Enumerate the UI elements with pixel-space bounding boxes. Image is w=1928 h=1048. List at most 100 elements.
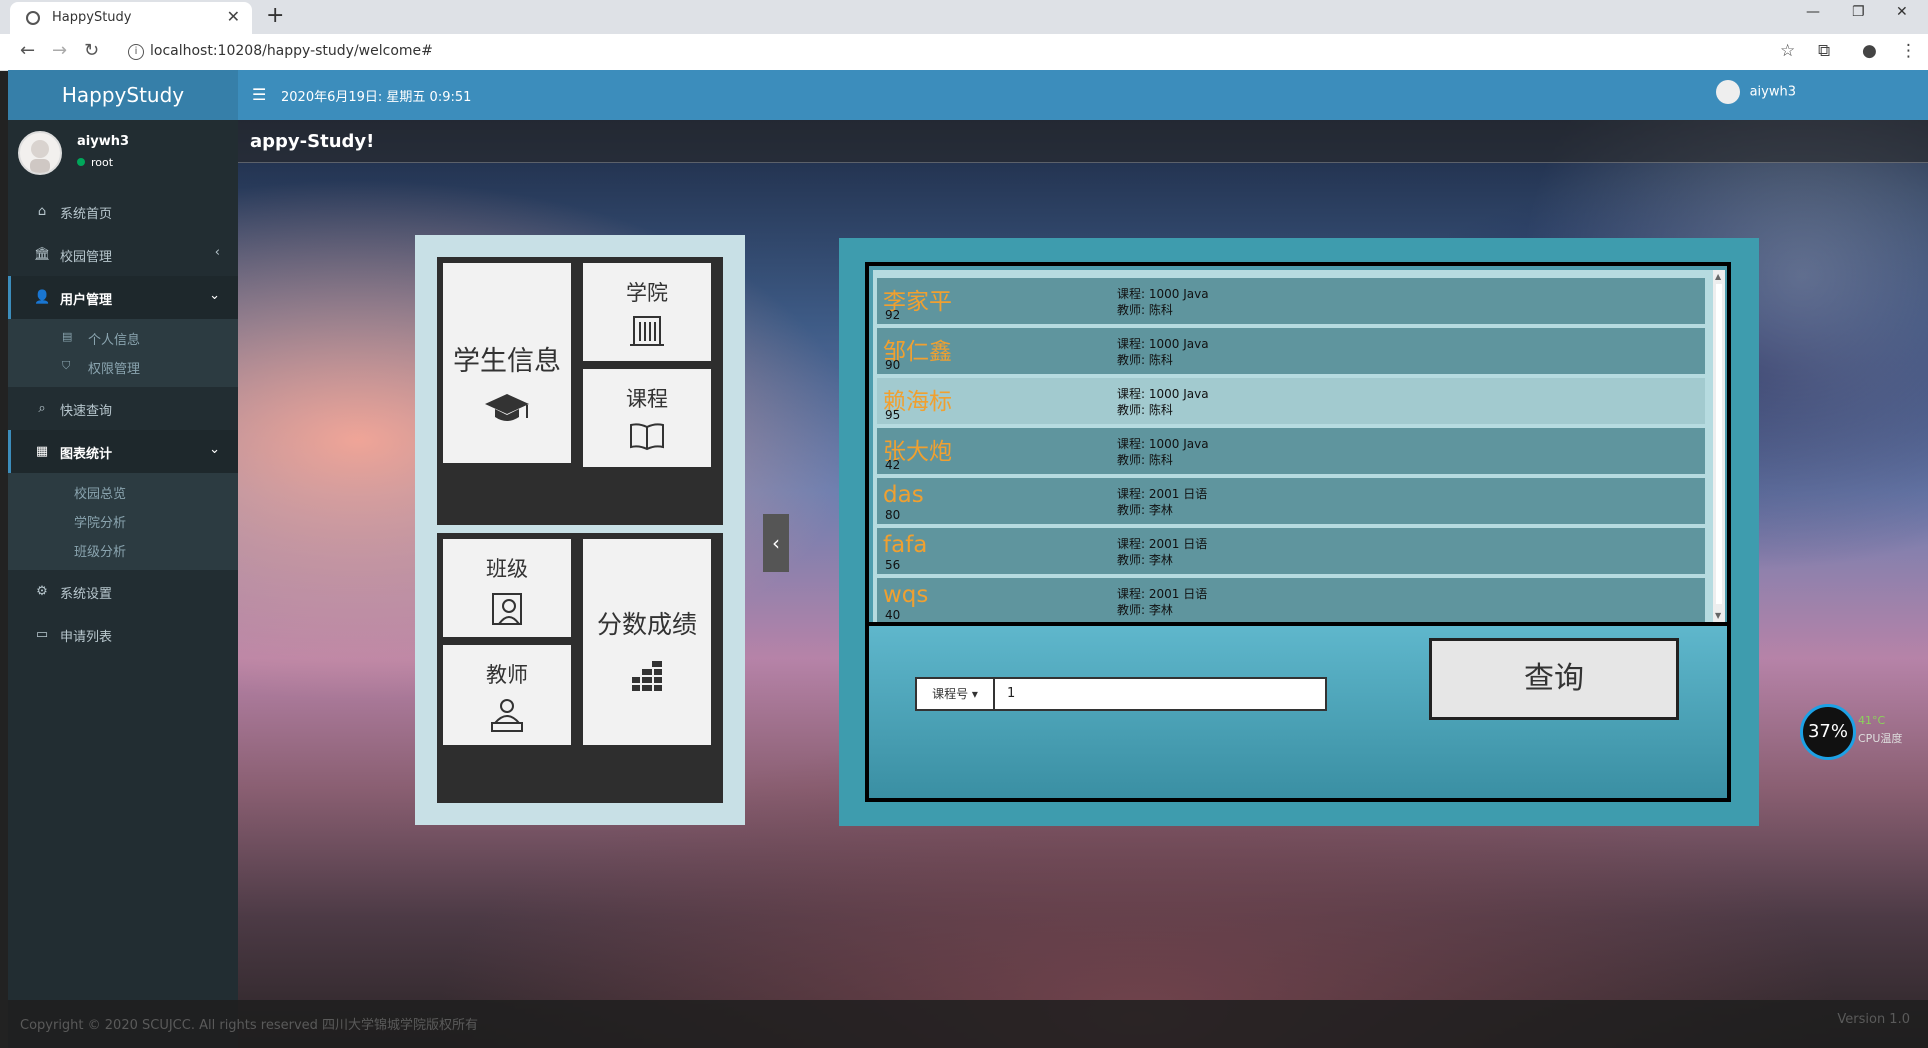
address-bar[interactable]: i localhost:10208/happy-study/welcome#	[128, 38, 1788, 66]
chevron-left-icon: ‹	[214, 245, 220, 260]
scroll-up-icon[interactable]: ▲	[1715, 272, 1721, 281]
extension-icon[interactable]: ⧉	[1818, 41, 1830, 61]
sidebar-menu: ⌂ 系统首页 🏛 校园管理 ‹ 👤 用户管理 ⌄ ▤ 个人信息 ⛉ 权限管理 ⌕…	[8, 190, 238, 656]
sidebar: HappyStudy aiywh3 root ⌂ 系统首页 🏛 校园管理 ‹ 👤…	[8, 70, 238, 1048]
version-text: Version 1.0	[1837, 1012, 1910, 1027]
student-score: 42	[885, 458, 901, 472]
sidebar-item-profile[interactable]: ▤ 个人信息	[8, 323, 238, 352]
tile-label: 学院	[626, 281, 668, 305]
sidebar-item-campus[interactable]: 🏛 校园管理 ‹	[8, 233, 238, 276]
course-info: 课程: 1000 Java	[1117, 387, 1209, 401]
list-item[interactable]: 赖海标 95 课程: 1000 Java 教师: 陈科	[877, 378, 1705, 424]
window-close-icon[interactable]: ✕	[1896, 4, 1908, 20]
info-icon[interactable]: i	[128, 44, 144, 60]
search-icon: ⌕	[38, 401, 46, 416]
sidebar-item-applications[interactable]: ▭ 申请列表	[8, 613, 238, 656]
list-item[interactable]: 李家平 92 课程: 1000 Java 教师: 陈科	[877, 278, 1705, 324]
search-input[interactable]: 1	[993, 677, 1327, 711]
header-user-menu[interactable]: aiywh3	[1715, 80, 1796, 104]
message-icon: ▭	[35, 627, 49, 642]
tile-course[interactable]: 课程	[583, 369, 711, 467]
course-info: 课程: 1000 Java	[1117, 437, 1209, 451]
close-tab-icon[interactable]: ✕	[227, 7, 240, 26]
student-score: 56	[885, 558, 901, 572]
profile-icon[interactable]: ●	[1862, 41, 1877, 61]
search-field-select[interactable]: 课程号 ▾	[915, 677, 995, 711]
footer: Copyright © 2020 SCUJCC. All rights rese…	[8, 1000, 1928, 1048]
scrollbar-thumb[interactable]	[1716, 284, 1722, 604]
teacher-info: 教师: 李林	[1117, 603, 1173, 617]
sidebar-item-campus-overview[interactable]: 校园总览	[8, 477, 238, 506]
list-item[interactable]: 邹仁鑫 90 课程: 1000 Java 教师: 陈科	[877, 328, 1705, 374]
list-item[interactable]: 张大炮 42 课程: 1000 Java 教师: 陈科	[877, 428, 1705, 474]
scroll-down-icon[interactable]: ▼	[1715, 611, 1721, 620]
student-score: 40	[885, 608, 901, 622]
charts-submenu: 校园总览 学院分析 班级分析	[8, 473, 238, 570]
tile-class[interactable]: 班级	[443, 539, 571, 637]
reload-icon[interactable]: ↻	[84, 40, 99, 61]
browser-toolbar: ← → ↻ i localhost:10208/happy-study/welc…	[0, 34, 1928, 71]
top-header: ☰ 2020年6月19日: 星期五 0:9:51 aiywh3	[238, 70, 1928, 120]
list-item[interactable]: fafa 56 课程: 2001 日语 教师: 李林	[877, 528, 1705, 574]
sidebar-item-label: 校园总览	[74, 487, 127, 502]
bank-icon: 🏛	[34, 247, 51, 262]
sidebar-item-label: 申请列表	[60, 630, 113, 645]
bar-chart-icon	[632, 661, 662, 691]
home-icon: ⌂	[37, 204, 47, 219]
teacher-info: 教师: 李林	[1117, 503, 1173, 517]
module-panel: 学生信息 学院 课程 班级 教师 分数成绩	[415, 235, 745, 825]
tab-title: HappyStudy	[52, 10, 132, 25]
sidebar-item-home[interactable]: ⌂ 系统首页	[8, 190, 238, 233]
sidebar-item-class-analysis[interactable]: 班级分析	[8, 535, 238, 564]
list-item[interactable]: das 80 课程: 2001 日语 教师: 李林	[877, 478, 1705, 524]
contact-card-icon	[492, 593, 522, 625]
sidebar-item-label: 用户管理	[60, 293, 113, 308]
course-info: 课程: 1000 Java	[1117, 337, 1209, 351]
sidebar-item-permissions[interactable]: ⛉ 权限管理	[8, 352, 238, 381]
back-icon[interactable]: ←	[20, 40, 35, 61]
new-tab-icon[interactable]: +	[266, 3, 284, 28]
sidebar-item-label: 学院分析	[74, 516, 127, 531]
select-label: 课程号	[932, 687, 969, 701]
hamburger-menu-icon[interactable]: ☰	[252, 85, 266, 104]
list-item[interactable]: wqs 40 课程: 2001 日语 教师: 李林	[877, 578, 1705, 622]
tile-score[interactable]: 分数成绩	[583, 539, 711, 745]
restore-icon[interactable]: ❐	[1852, 4, 1865, 20]
teacher-info: 教师: 李林	[1117, 553, 1173, 567]
building-icon	[630, 316, 664, 346]
collapse-panel-button[interactable]: ‹	[763, 514, 789, 572]
sidebar-item-users[interactable]: 👤 用户管理 ⌄	[8, 276, 238, 319]
student-score: 95	[885, 408, 901, 422]
gear-icon: ⚙	[36, 584, 48, 599]
user-panel: aiywh3 root	[8, 120, 238, 190]
course-info: 课程: 2001 日语	[1117, 487, 1208, 501]
sidebar-item-quick-search[interactable]: ⌕ 快速查询	[8, 387, 238, 430]
forward-icon[interactable]: →	[52, 40, 67, 61]
open-book-icon	[630, 423, 664, 451]
logo[interactable]: HappyStudy	[8, 70, 238, 120]
tile-label: 课程	[626, 387, 668, 411]
sidebar-item-charts[interactable]: ▦ 图表统计 ⌄	[8, 430, 238, 473]
course-info: 课程: 2001 日语	[1117, 537, 1208, 551]
sidebar-item-college-analysis[interactable]: 学院分析	[8, 506, 238, 535]
query-button[interactable]: 查询	[1429, 638, 1679, 720]
tile-label: 学生信息	[453, 346, 561, 377]
sidebar-item-label: 班级分析	[74, 545, 127, 560]
tile-teacher[interactable]: 教师	[443, 645, 571, 745]
cpu-label: CPU温度	[1858, 732, 1903, 745]
tile-college[interactable]: 学院	[583, 263, 711, 361]
sidebar-item-label: 快速查询	[60, 404, 113, 419]
results-panel: 李家平 92 课程: 1000 Java 教师: 陈科 邹仁鑫 90 课程: 1…	[839, 238, 1759, 826]
cpu-monitor-widget[interactable]: 37% 41°C CPU温度	[1800, 704, 1928, 762]
cpu-usage: 37%	[1800, 704, 1856, 760]
minimize-icon[interactable]: —	[1806, 4, 1820, 20]
star-icon[interactable]: ☆	[1780, 41, 1795, 61]
menu-icon[interactable]: ⋮	[1900, 41, 1917, 61]
sidebar-item-label: 校园管理	[60, 250, 113, 265]
browser-tab[interactable]: HappyStudy ✕	[10, 2, 252, 34]
chevron-down-icon: ⌄	[209, 442, 220, 457]
module-grid-top: 学生信息 学院 课程	[437, 257, 723, 525]
sidebar-item-settings[interactable]: ⚙ 系统设置	[8, 570, 238, 613]
results-scrollbar[interactable]: ▲ ▼	[1713, 270, 1725, 622]
tile-student-info[interactable]: 学生信息	[443, 263, 571, 463]
